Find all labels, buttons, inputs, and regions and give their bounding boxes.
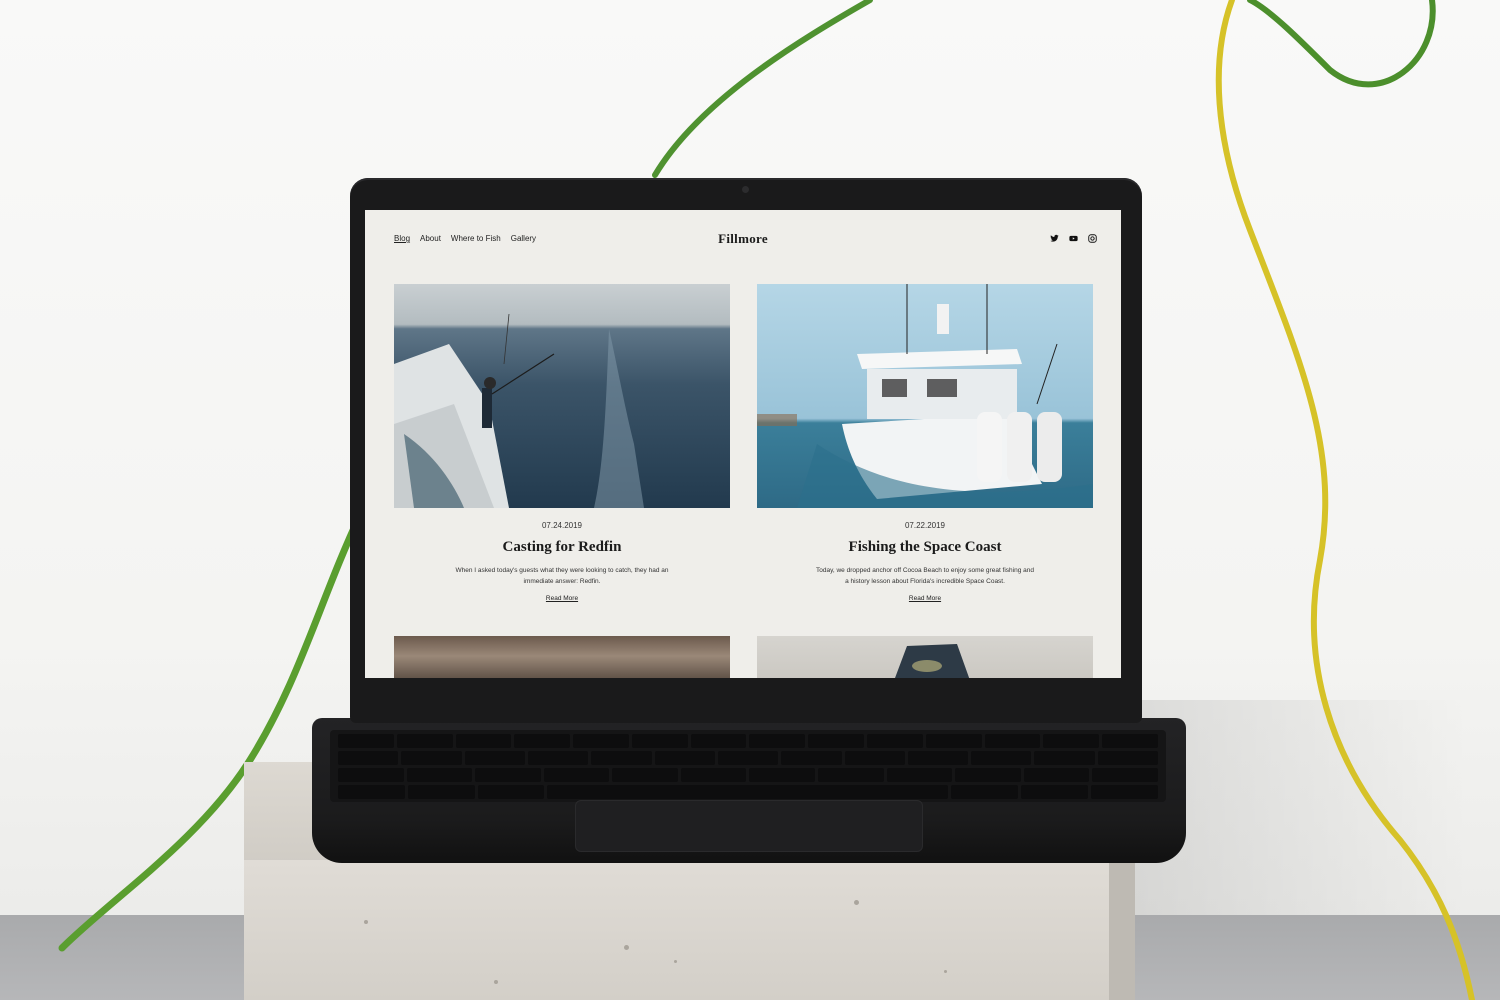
read-more-link[interactable]: Read More <box>909 595 941 602</box>
keyboard <box>330 730 1166 802</box>
post-image-partial[interactable] <box>757 636 1093 678</box>
post-title[interactable]: Fishing the Space Coast <box>757 539 1093 556</box>
youtube-icon[interactable] <box>1069 234 1078 243</box>
post-date: 07.24.2019 <box>541 521 583 530</box>
post-date: 07.22.2019 <box>904 521 946 530</box>
post-image-partial[interactable] <box>394 636 730 678</box>
post-image[interactable] <box>757 284 1093 508</box>
post-excerpt: Today, we dropped anchor off Cocoa Beach… <box>815 567 1034 585</box>
laptop-screen: Blog About Where to Fish Gallery Fillmor… <box>365 210 1121 678</box>
read-more-link[interactable]: Read More <box>546 595 578 602</box>
twitter-icon[interactable] <box>1050 234 1059 243</box>
blog-post-card: 07.22.2019 Fishing the Space Coast Today… <box>757 284 1093 605</box>
site-title[interactable]: Fillmore <box>365 231 1121 247</box>
camera-icon <box>742 186 749 193</box>
instagram-icon[interactable] <box>1088 234 1097 243</box>
post-title[interactable]: Casting for Redfin <box>394 539 730 556</box>
trackpad <box>575 800 923 852</box>
blog-post-card: 07.24.2019 Casting for Redfin When I ask… <box>394 284 730 605</box>
concrete-block-front <box>244 860 1109 1000</box>
concrete-block-side <box>1109 860 1135 1000</box>
post-excerpt: When I asked today's guests what they we… <box>455 567 669 585</box>
post-image[interactable] <box>394 284 730 508</box>
social-links <box>1050 234 1097 243</box>
